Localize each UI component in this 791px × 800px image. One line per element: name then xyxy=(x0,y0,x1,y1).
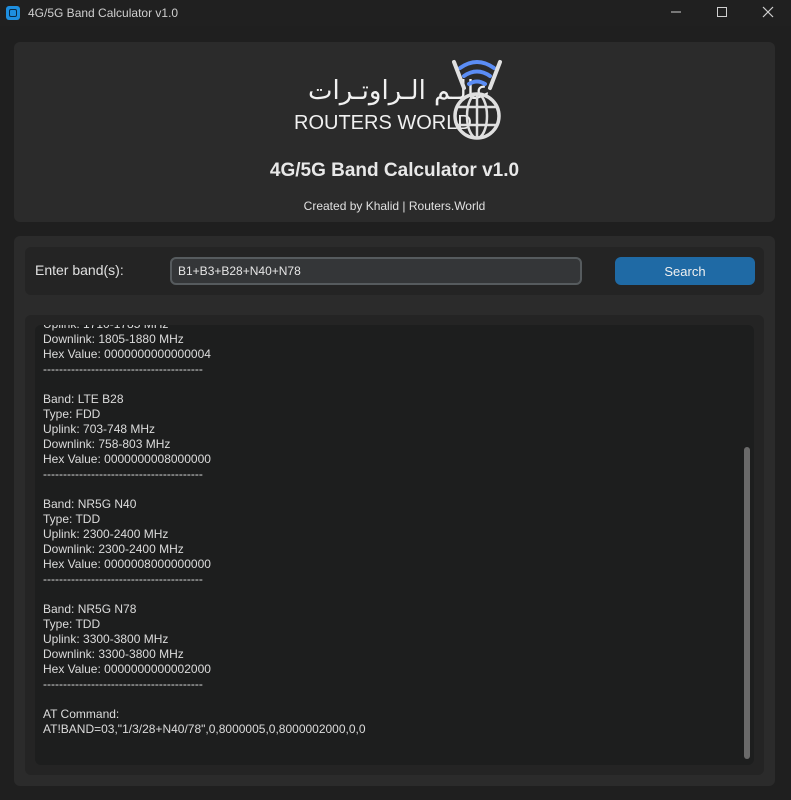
close-icon xyxy=(762,6,774,18)
scrollbar-thumb[interactable] xyxy=(744,447,750,759)
output-line: Type: FDD xyxy=(43,407,101,421)
output-line: Band: LTE B28 xyxy=(43,392,124,406)
window-title: 4G/5G Band Calculator v1.0 xyxy=(28,6,179,20)
output-line: Hex Value: 0000000008000000 xyxy=(43,452,211,466)
output-line: Hex Value: 0000000000000004 xyxy=(43,347,211,361)
output-line: Uplink: 2300-2400 MHz xyxy=(43,527,169,541)
output-line: ---------------------------------------- xyxy=(43,677,203,691)
output-textbox[interactable]: Uplink: 1710-1785 MHzDownlink: 1805-1880… xyxy=(35,325,754,765)
output-line: Downlink: 3300-3800 MHz xyxy=(43,647,184,661)
output-text: Uplink: 1710-1785 MHzDownlink: 1805-1880… xyxy=(43,325,366,737)
app-icon xyxy=(6,6,20,20)
output-line: Uplink: 703-748 MHz xyxy=(43,422,156,436)
output-line: Type: TDD xyxy=(43,512,101,526)
input-row: Enter band(s): Search xyxy=(25,247,764,295)
output-line: Downlink: 758-803 MHz xyxy=(43,437,171,451)
band-input[interactable] xyxy=(170,257,582,285)
main-panel: Enter band(s): Search Uplink: 1710-1785 … xyxy=(14,236,775,786)
minimize-button[interactable] xyxy=(653,0,699,24)
window-controls xyxy=(653,0,791,26)
maximize-icon xyxy=(717,7,727,17)
header-panel: عالـم الـراوتـرات ROUTERS WORLD 4G/5G Ba… xyxy=(14,42,775,222)
output-line: AT Command: xyxy=(43,707,120,721)
output-line: Hex Value: 0000000000002000 xyxy=(43,662,211,676)
output-frame: Uplink: 1710-1785 MHzDownlink: 1805-1880… xyxy=(25,315,764,775)
output-line: Band: NR5G N78 xyxy=(43,602,137,616)
output-line: Uplink: 1710-1785 MHz xyxy=(43,325,366,332)
output-line: Type: TDD xyxy=(43,617,101,631)
maximize-button[interactable] xyxy=(699,0,745,24)
page-title: 4G/5G Band Calculator v1.0 xyxy=(269,160,520,181)
output-line: Band: NR5G N40 xyxy=(43,497,137,511)
logo-latin-a: ROUTERS xyxy=(294,112,392,134)
output-line: ---------------------------------------- xyxy=(43,467,203,481)
output-line: Uplink: 3300-3800 MHz xyxy=(43,632,169,646)
credit-text: Created by Khalid | Routers.World xyxy=(303,199,486,213)
title-bar[interactable]: 4G/5G Band Calculator v1.0 xyxy=(0,0,791,26)
band-input-label: Enter band(s): xyxy=(35,262,124,278)
search-button[interactable]: Search xyxy=(615,257,755,285)
output-line: Hex Value: 0000008000000000 xyxy=(43,557,211,571)
output-line: ---------------------------------------- xyxy=(43,572,203,586)
routers-world-logo: عالـم الـراوتـرات ROUTERS WORLD xyxy=(292,54,512,146)
output-line: Downlink: 2300-2400 MHz xyxy=(43,542,184,556)
app-window: 4G/5G Band Calculator v1.0 عالـم الـراوت… xyxy=(0,0,791,800)
close-button[interactable] xyxy=(745,0,791,24)
scrollbar-track[interactable] xyxy=(744,331,750,759)
output-line: Downlink: 1805-1880 MHz xyxy=(43,332,184,346)
output-line: ---------------------------------------- xyxy=(43,362,203,376)
output-line: AT!BAND=03,"1/3/28+N40/78",0,8000005,0,8… xyxy=(43,722,366,736)
globe-wifi-icon xyxy=(452,60,502,140)
minimize-icon xyxy=(671,11,681,13)
